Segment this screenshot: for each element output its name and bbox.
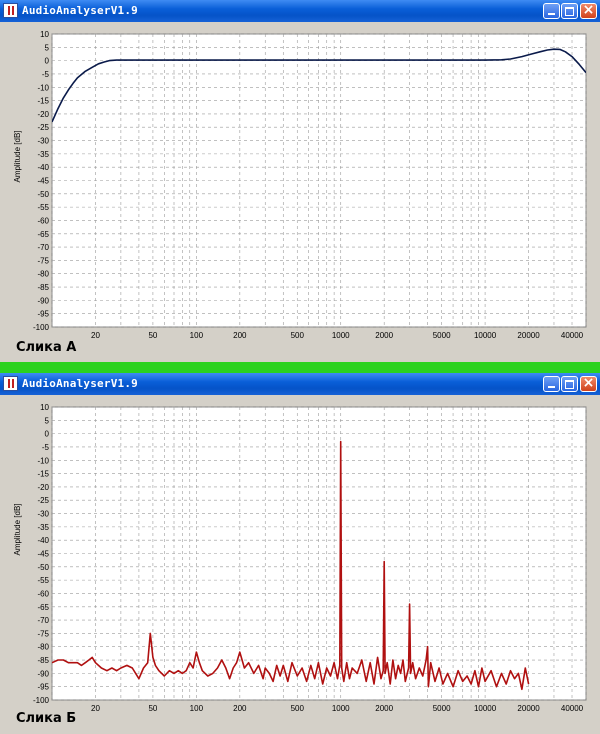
- x-tick-label: 100: [190, 331, 204, 340]
- x-tick-label: 40000: [561, 331, 584, 340]
- frequency-response-chart: 1050-5-10-15-20-25-30-35-40-45-50-55-60-…: [13, 30, 587, 340]
- minimize-button[interactable]: [543, 3, 560, 19]
- close-button[interactable]: [580, 3, 597, 19]
- x-tick-label: 20: [91, 331, 100, 340]
- y-tick-label: -35: [37, 150, 49, 159]
- x-tick-label: 5000: [433, 704, 451, 711]
- y-tick-label: -50: [37, 563, 49, 572]
- x-tick-label: 50: [148, 331, 157, 340]
- y-tick-label: -80: [37, 270, 49, 279]
- y-tick-label: -50: [37, 190, 49, 199]
- window-title: AudioAnalyserV1.9: [22, 4, 138, 17]
- y-tick-label: -10: [37, 456, 49, 465]
- y-tick-label: -95: [37, 683, 49, 692]
- y-tick-label: -5: [42, 443, 50, 452]
- y-tick-label: -85: [37, 283, 49, 292]
- y-tick-label: -75: [37, 629, 49, 638]
- x-tick-label: 500: [291, 331, 305, 340]
- x-tick-label: 2000: [375, 704, 393, 711]
- y-tick-label: 0: [45, 57, 50, 66]
- x-tick-label: 20000: [517, 704, 540, 711]
- y-tick-label: -45: [37, 550, 49, 559]
- x-tick-label: 200: [233, 331, 247, 340]
- y-tick-label: -30: [37, 137, 49, 146]
- y-axis-ticks: 10 5 0 -5 -10 -15 -20 -25 -30 -35 -40 -45 -50 -55 -60 -…: [33, 403, 50, 705]
- y-tick-label: -100: [33, 696, 50, 705]
- y-tick-label: -25: [37, 496, 49, 505]
- y-tick-label: -65: [37, 230, 49, 239]
- app-icon[interactable]: [3, 376, 18, 391]
- x-axis-ticks: 20 50 100 200 500 1000 2000 5000 10000 20000 40000: [91, 331, 584, 340]
- x-tick-label: 5000: [433, 331, 451, 340]
- y-tick-label: -55: [37, 576, 49, 585]
- y-tick-label: -30: [37, 510, 49, 519]
- y-tick-label: -80: [37, 643, 49, 652]
- close-button[interactable]: [580, 376, 597, 392]
- x-axis-ticks: 20 50 100 200 500 1000 2000 5000 10000 20000 40000: [91, 704, 584, 711]
- y-tick-label: -60: [37, 216, 49, 225]
- y-tick-label: -15: [37, 470, 49, 479]
- x-tick-label: 40000: [561, 704, 584, 711]
- x-tick-label: 10000: [474, 704, 497, 711]
- window-title: AudioAnalyserV1.9: [22, 377, 138, 390]
- y-tick-label: -20: [37, 483, 49, 492]
- y-tick-label: -15: [37, 97, 49, 106]
- y-tick-label: -45: [37, 177, 49, 186]
- y-tick-label: 5: [45, 416, 50, 425]
- y-tick-label: -85: [37, 656, 49, 665]
- title-bar[interactable]: AudioAnalyserV1.9: [0, 0, 600, 22]
- y-tick-label: -75: [37, 256, 49, 265]
- y-axis-label: Amplitude [dB]: [13, 503, 22, 555]
- y-tick-label: -40: [37, 536, 49, 545]
- y-axis-ticks: 10 5 0 -5 -10 -15 -20 -25 -30 -35 -40 -45 -50 -55 -60 -…: [33, 30, 50, 332]
- y-tick-label: -100: [33, 323, 50, 332]
- x-tick-label: 1000: [332, 704, 350, 711]
- y-tick-label: -60: [37, 589, 49, 598]
- x-tick-label: 500: [291, 704, 305, 711]
- y-tick-label: -10: [37, 83, 49, 92]
- minimize-button[interactable]: [543, 376, 560, 392]
- analyzer-window-b: AudioAnalyserV1.9 1050-5-10-15-20-25-30-…: [0, 373, 600, 734]
- x-tick-label: 20000: [517, 331, 540, 340]
- y-tick-label: -40: [37, 163, 49, 172]
- y-axis-label: Amplitude [dB]: [13, 130, 22, 182]
- x-tick-label: 2000: [375, 331, 393, 340]
- y-tick-label: -20: [37, 110, 49, 119]
- maximize-button[interactable]: [561, 376, 578, 392]
- x-tick-label: 1000: [332, 331, 350, 340]
- y-tick-label: -70: [37, 243, 49, 252]
- app-icon[interactable]: [3, 3, 18, 18]
- maximize-button[interactable]: [561, 3, 578, 19]
- y-tick-label: 10: [40, 403, 49, 412]
- x-tick-label: 20: [91, 704, 100, 711]
- y-tick-label: -70: [37, 616, 49, 625]
- x-tick-label: 10000: [474, 331, 497, 340]
- y-tick-label: -55: [37, 203, 49, 212]
- x-tick-label: 50: [148, 704, 157, 711]
- y-tick-label: 10: [40, 30, 49, 39]
- y-tick-label: -5: [42, 70, 50, 79]
- analyzer-window-a: AudioAnalyserV1.9 1050-5-10-15-20-25-30-…: [0, 0, 600, 362]
- y-tick-label: -95: [37, 310, 49, 319]
- x-tick-label: 100: [190, 704, 204, 711]
- x-tick-label: 200: [233, 704, 247, 711]
- y-tick-label: 5: [45, 43, 50, 52]
- figure-caption: Слика Б: [16, 711, 77, 726]
- spectrum-chart: 1050-5-10-15-20-25-30-35-40-45-50-55-60-…: [13, 403, 587, 711]
- y-tick-label: -35: [37, 523, 49, 532]
- figure-caption: Слика А: [16, 340, 77, 355]
- y-tick-label: -90: [37, 669, 49, 678]
- title-bar[interactable]: AudioAnalyserV1.9: [0, 373, 600, 395]
- y-tick-label: 0: [45, 430, 50, 439]
- y-tick-label: -25: [37, 123, 49, 132]
- y-tick-label: -65: [37, 603, 49, 612]
- y-tick-label: -90: [37, 296, 49, 305]
